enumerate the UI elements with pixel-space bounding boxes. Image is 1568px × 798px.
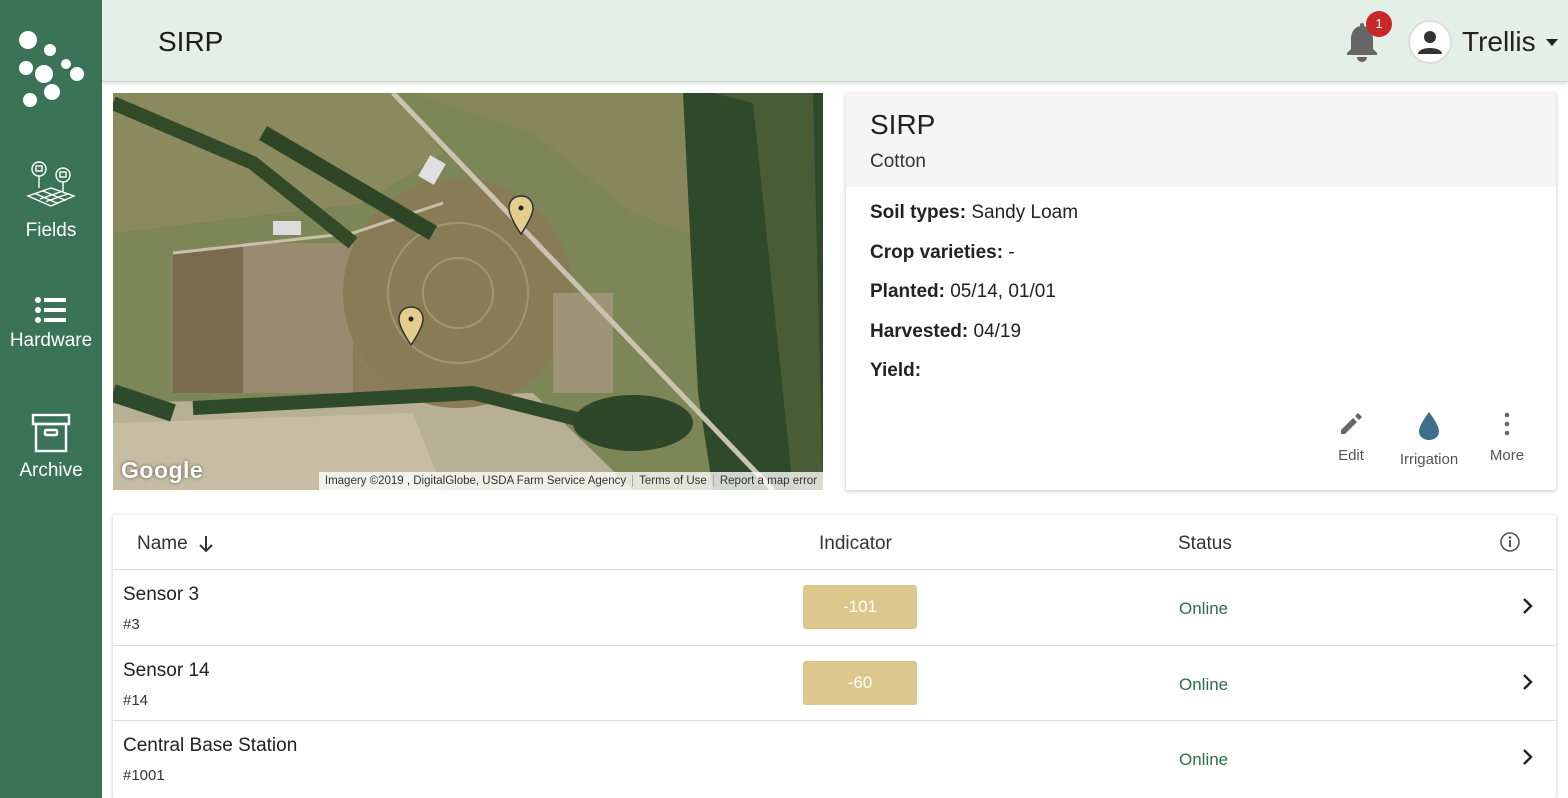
map-imagery	[113, 93, 823, 490]
column-header-indicator: Indicator	[819, 533, 892, 554]
harvested-row: Harvested: 04/19	[870, 318, 1532, 358]
planted-row: Planted: 05/14, 01/01	[870, 278, 1532, 318]
edit-button[interactable]: Edit	[1312, 411, 1390, 468]
chevron-right-icon[interactable]	[1521, 596, 1535, 616]
status-text: Online	[1179, 750, 1229, 769]
planted-label: Planted:	[870, 281, 945, 303]
page-title: SIRP	[158, 26, 224, 57]
sidebar: Fields Hardware Archive	[0, 0, 102, 798]
planted-value: 05/14, 01/01	[944, 281, 1056, 303]
user-menu[interactable]: Trellis	[1408, 18, 1558, 66]
notification-badge: 1	[1366, 11, 1392, 37]
table-row[interactable]: Sensor 14 #14 -60 Online	[113, 646, 1556, 721]
soil-types-row: Soil types: Sandy Loam	[870, 199, 1532, 239]
device-name: Sensor 14	[123, 659, 210, 681]
sidebar-item-label: Archive	[19, 460, 83, 481]
imagery-credit: Imagery ©2019 , DigitalGlobe, USDA Farm …	[324, 475, 627, 487]
indicator-badge: -101	[803, 585, 917, 629]
column-header-name[interactable]: Name	[137, 533, 216, 555]
archive-box-icon	[31, 413, 71, 453]
device-name: Central Base Station	[123, 735, 298, 756]
edit-label: Edit	[1338, 447, 1364, 464]
hardware-table: Name Indicator Status Sensor 3 #3 -101 O…	[113, 515, 1556, 798]
device-id: #3	[123, 616, 140, 633]
pencil-icon	[1341, 413, 1362, 434]
device-id: #1001	[123, 767, 165, 784]
person-icon	[1418, 31, 1442, 54]
soil-types-label: Soil types:	[870, 202, 967, 223]
harvested-label: Harvested:	[870, 320, 969, 342]
field-info-card: SIRP Cotton Soil types: Sandy Loam Crop …	[846, 93, 1556, 490]
sidebar-item-label: Fields	[25, 220, 77, 241]
avatar	[1408, 20, 1452, 64]
satellite-map[interactable]: Google Imagery ©2019 , DigitalGlobe, USD…	[113, 93, 823, 490]
crop-varieties-value: -	[1003, 241, 1015, 263]
info-icon[interactable]	[1499, 531, 1521, 553]
chevron-right-icon[interactable]	[1521, 747, 1535, 767]
table-row[interactable]: Central Base Station #1001 Online	[113, 721, 1556, 797]
irrigation-label: Irrigation	[1399, 451, 1459, 468]
table-row[interactable]: Sensor 3 #3 -101 Online	[113, 570, 1556, 646]
device-name: Sensor 3	[123, 584, 200, 605]
device-id: #14	[123, 691, 149, 709]
soil-types-value: Sandy Loam	[966, 202, 1079, 223]
chevron-right-icon[interactable]	[1521, 672, 1535, 692]
card-body: Soil types: Sandy Loam Crop varieties: -…	[846, 187, 1556, 397]
map-pin-icon[interactable]	[398, 306, 424, 346]
field-crop: Cotton	[870, 151, 926, 172]
map-attribution: Imagery ©2019 , DigitalGlobe, USDA Farm …	[318, 472, 823, 490]
user-name: Trellis	[1462, 26, 1536, 57]
sidebar-item-fields[interactable]: Fields	[0, 158, 102, 242]
google-logo: Google	[121, 457, 204, 483]
column-header-label: Name	[137, 533, 188, 554]
irrigation-button[interactable]: Irrigation	[1390, 411, 1468, 468]
list-icon	[35, 297, 66, 323]
card-header: SIRP Cotton	[846, 93, 1556, 187]
sidebar-item-hardware[interactable]: Hardware	[0, 296, 102, 352]
yield-row: Yield:	[870, 357, 1532, 397]
map-pin-icon[interactable]	[508, 195, 534, 235]
more-vertical-icon	[1504, 412, 1510, 436]
crop-varieties-label: Crop varieties:	[870, 241, 1004, 263]
water-drop-icon	[1419, 412, 1439, 440]
arrow-down-icon	[198, 536, 213, 553]
table-header: Name Indicator Status	[113, 515, 1556, 570]
sidebar-item-label: Hardware	[9, 330, 93, 351]
indicator-badge: -60	[803, 660, 917, 705]
fields-icon	[26, 161, 76, 207]
status-text: Online	[1179, 599, 1229, 618]
crop-varieties-row: Crop varieties: -	[870, 239, 1532, 279]
card-actions: Edit Irrigation More	[1312, 411, 1546, 468]
trellis-logo[interactable]	[14, 28, 88, 112]
terms-link[interactable]: Terms of Use	[632, 475, 713, 487]
more-button[interactable]: More	[1468, 411, 1546, 468]
yield-label: Yield:	[870, 360, 922, 382]
more-label: More	[1489, 447, 1525, 464]
sidebar-item-archive[interactable]: Archive	[0, 412, 102, 482]
column-header-status: Status	[1178, 533, 1232, 554]
chevron-down-icon	[1545, 38, 1558, 46]
harvested-value: 04/19	[968, 320, 1022, 342]
top-bar: SIRP 1 Trellis	[102, 0, 1568, 82]
status-text: Online	[1179, 674, 1229, 694]
report-error-link[interactable]: Report a map error	[712, 475, 823, 487]
field-name: SIRP	[870, 109, 936, 140]
